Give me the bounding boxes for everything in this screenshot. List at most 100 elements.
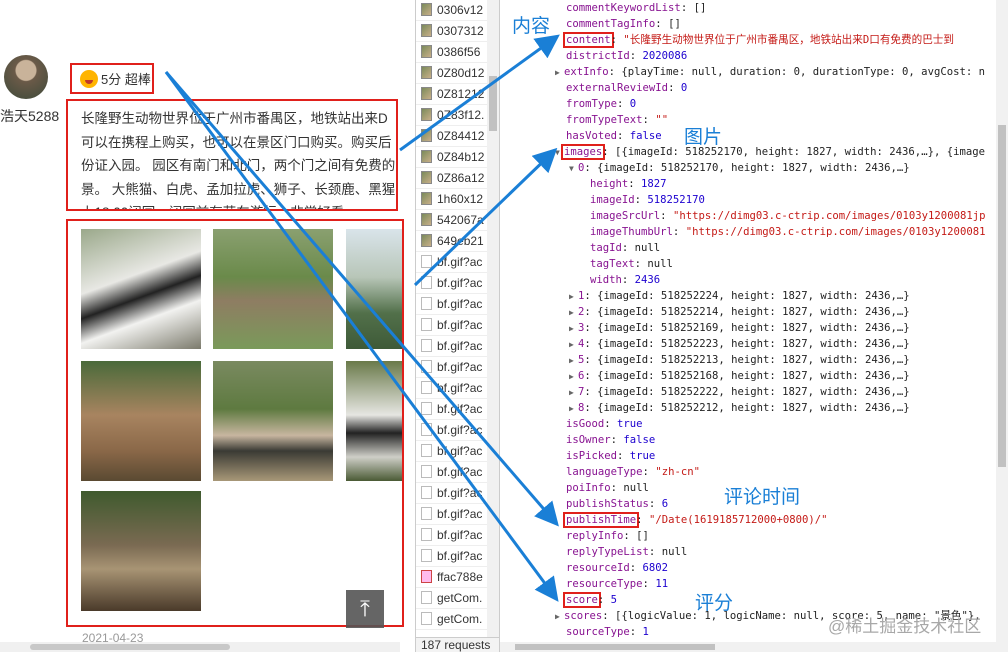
json-colon: : xyxy=(636,514,649,526)
json-line-0[interactable]: ▼ 0: {imageId: 518252170, height: 1827, w… xyxy=(569,160,910,176)
json-value: {imageId: 518252224, height: 1827, width… xyxy=(597,290,910,302)
smile-emoji-icon xyxy=(80,69,98,88)
collapse-arrow-icon[interactable]: ▶ xyxy=(569,353,578,369)
json-key: imageId xyxy=(590,194,635,206)
image-file-icon xyxy=(421,45,432,58)
json-line-resourceType: resourceType: 11 xyxy=(566,576,668,592)
collapse-arrow-icon[interactable]: ▶ xyxy=(569,289,578,305)
photo-panda[interactable] xyxy=(81,229,201,349)
collapse-arrow-icon[interactable]: ▶ xyxy=(555,65,564,81)
review-content: 长隆野生动物世界位于广州市番禺区，地铁站出来D 可以在携程上购买，也可以在景区门… xyxy=(66,99,398,211)
image-file-icon xyxy=(421,129,432,142)
json-colon: : xyxy=(584,402,598,414)
scrollbar-thumb[interactable] xyxy=(489,76,497,131)
json-preview-panel: commentKeywordList: [] commentTagInfo: []… xyxy=(500,0,1008,652)
json-line-images[interactable]: ▼ images: [{imageId: 518252170, height: 1… xyxy=(555,144,985,160)
document-file-icon xyxy=(421,402,432,415)
photo-koala[interactable] xyxy=(81,491,201,611)
json-key: imageThumbUrl xyxy=(590,226,673,238)
image-file-icon xyxy=(421,171,432,184)
json-line-extInfo[interactable]: ▶ extInfo: {playTime: null, duration: 0, … xyxy=(555,64,985,80)
json-line-8[interactable]: ▶ 8: {imageId: 518252212, height: 1827, w… xyxy=(569,400,910,416)
json-value: {imageId: 518252168, height: 1827, width… xyxy=(597,370,910,382)
json-value: {imageId: 518252222, height: 1827, width… xyxy=(597,386,910,398)
json-value: {imageId: 518252212, height: 1827, width… xyxy=(597,402,910,414)
json-line-languageType: languageType: "zh-cn" xyxy=(566,464,700,480)
json-line-content: content: "长隆野生动物世界位于广州市番禺区，地铁站出来D口有免费的巴士… xyxy=(563,32,954,48)
json-colon: : xyxy=(655,18,669,30)
request-name: getCom. xyxy=(437,591,483,605)
json-line-6[interactable]: ▶ 6: {imageId: 518252168, height: 1827, w… xyxy=(569,368,910,384)
image-file-icon xyxy=(421,87,432,100)
scrollbar-thumb[interactable] xyxy=(998,125,1006,467)
horizontal-scrollbar[interactable] xyxy=(500,642,996,652)
json-key: publishStatus xyxy=(566,498,649,510)
watermark: @稀土掘金技术社区 xyxy=(828,617,982,636)
json-key: images xyxy=(561,144,606,160)
expand-arrow-icon[interactable]: ▼ xyxy=(569,161,578,177)
collapse-arrow-icon[interactable]: ▶ xyxy=(569,385,578,401)
json-line-publishStatus: publishStatus: 6 xyxy=(566,496,668,512)
score-badge: 5分 超棒 xyxy=(70,63,154,94)
json-line-resourceId: resourceId: 6802 xyxy=(566,560,668,576)
request-name: 0Z86a12 xyxy=(437,171,485,185)
scrollbar-thumb[interactable] xyxy=(30,644,230,650)
json-colon: : xyxy=(608,66,622,78)
request-name: bf.gif?ac xyxy=(437,465,483,479)
json-value: null xyxy=(661,546,688,558)
document-file-icon xyxy=(421,360,432,373)
json-value: true xyxy=(617,418,643,430)
collapse-arrow-icon[interactable]: ▶ xyxy=(569,369,578,385)
json-key: imageSrcUrl xyxy=(590,210,661,222)
json-key: replyInfo xyxy=(566,530,624,542)
json-value: 6 xyxy=(661,498,669,510)
photo-kangaroo[interactable] xyxy=(213,229,333,349)
user-avatar[interactable] xyxy=(4,55,48,99)
json-colon: : xyxy=(617,130,630,142)
scrollbar-thumb[interactable] xyxy=(515,644,715,650)
json-line-tagText: tagText: null xyxy=(590,256,673,272)
json-key: hasVoted xyxy=(566,130,618,142)
scroll-to-top-button[interactable]: ⤒ xyxy=(346,590,384,628)
json-colon: : xyxy=(642,466,656,478)
vertical-scrollbar[interactable] xyxy=(996,0,1008,652)
json-line-1[interactable]: ▶ 1: {imageId: 518252224, height: 1827, w… xyxy=(569,288,910,304)
image-file-icon xyxy=(421,3,432,16)
photo-zebras[interactable] xyxy=(213,361,333,481)
json-colon: : xyxy=(597,594,611,606)
json-key: height xyxy=(590,178,629,190)
json-line-5[interactable]: ▶ 5: {imageId: 518252213, height: 1827, w… xyxy=(569,352,910,368)
json-value: [] xyxy=(636,530,649,542)
collapse-arrow-icon[interactable]: ▶ xyxy=(569,305,578,321)
document-file-icon xyxy=(421,423,432,436)
json-colon: : xyxy=(584,370,598,382)
json-colon: : xyxy=(623,530,637,542)
request-name: getCom. xyxy=(437,612,483,626)
json-line-commentKeywordList: commentKeywordList: [] xyxy=(566,0,706,16)
json-line-districtId: districtId: 2020086 xyxy=(566,48,687,64)
photo-cable-car[interactable] xyxy=(346,229,402,349)
json-value: true xyxy=(629,450,656,462)
review-card: 浩天5288 5分 超棒 长隆野生动物世界位于广州市番禺区，地铁站出来D 可以在… xyxy=(0,0,415,652)
collapse-arrow-icon[interactable]: ▶ xyxy=(569,401,578,417)
json-line-7[interactable]: ▶ 7: {imageId: 518252222, height: 1827, w… xyxy=(569,384,910,400)
collapse-arrow-icon[interactable]: ▶ xyxy=(555,609,564,625)
horizontal-scrollbar[interactable] xyxy=(0,642,400,652)
username[interactable]: 浩天5288 xyxy=(0,106,59,126)
request-name: 0Z84b12 xyxy=(437,150,485,164)
json-colon: : xyxy=(660,210,673,222)
json-line-4[interactable]: ▶ 4: {imageId: 518252223, height: 1827, w… xyxy=(569,336,910,352)
collapse-arrow-icon[interactable]: ▶ xyxy=(569,337,578,353)
json-value: 2436 xyxy=(634,274,661,286)
vertical-scrollbar[interactable] xyxy=(487,0,499,637)
collapse-arrow-icon[interactable]: ▶ xyxy=(569,321,578,337)
json-line-fromTypeText: fromTypeText: "" xyxy=(566,112,668,128)
json-key: sourceType xyxy=(566,626,630,638)
json-value: 1 xyxy=(642,626,649,638)
photo-camels[interactable] xyxy=(81,361,201,481)
json-line-2[interactable]: ▶ 2: {imageId: 518252214, height: 1827, w… xyxy=(569,304,910,320)
json-value: null xyxy=(647,258,673,270)
json-key: poiInfo xyxy=(566,482,611,494)
json-line-3[interactable]: ▶ 3: {imageId: 518252169, height: 1827, w… xyxy=(569,320,910,336)
photo-zebra[interactable] xyxy=(346,361,402,481)
